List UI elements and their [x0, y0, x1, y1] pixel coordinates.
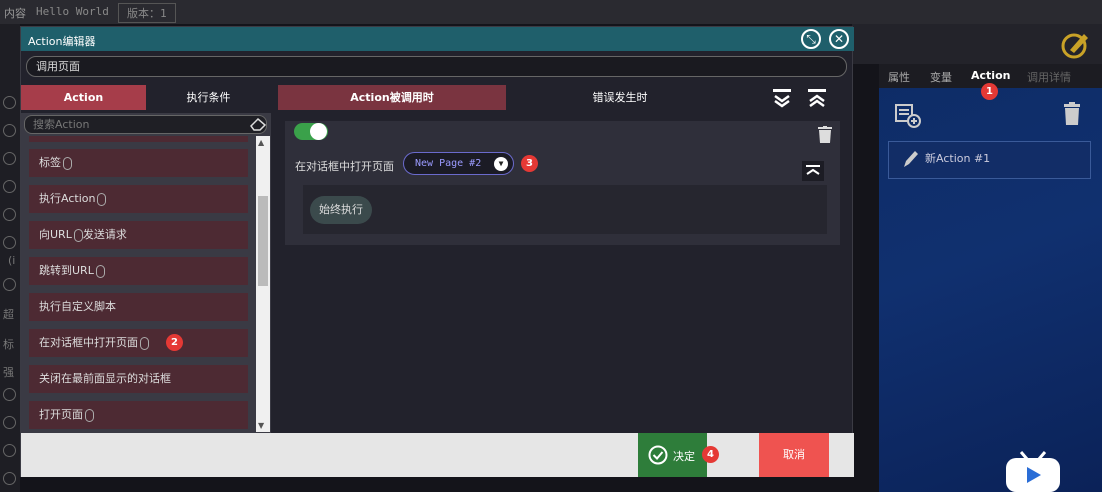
callout-badge: 2: [166, 334, 183, 351]
trash-icon[interactable]: [818, 126, 832, 144]
chevron-down-icon[interactable]: [3, 278, 16, 291]
search-input[interactable]: 搜索Action: [24, 115, 267, 134]
play-icon[interactable]: [3, 444, 16, 457]
edit-logo-icon: [1061, 33, 1088, 59]
dialog-footer: 决定 4 取消: [21, 433, 854, 477]
item-label: 跳转到URL: [39, 264, 94, 277]
list-item[interactable]: 在对话框中打开页面: [29, 329, 248, 357]
pencil-icon: [904, 151, 918, 167]
tab-on-call[interactable]: Action被调用时: [278, 85, 506, 110]
item-label-suffix: 发送请求: [82, 228, 127, 241]
action-list-panel: 搜索Action 标签 执行Action 向URL 发送请求 跳转到URL 执行自…: [21, 113, 271, 433]
dialog-title: Action编辑器: [28, 35, 96, 48]
eraser-icon[interactable]: [250, 117, 266, 131]
scroll-down-icon[interactable]: ▼: [258, 421, 264, 430]
dropdown-arrow-icon: ▼: [494, 157, 508, 171]
toggle-pill-icon: [95, 264, 105, 278]
ok-label: 决定: [673, 450, 695, 463]
toggle-pill-icon: [63, 156, 72, 170]
trash-icon[interactable]: [1063, 102, 1081, 126]
list-item[interactable]: 标签: [29, 149, 248, 177]
background-text: (i: [8, 254, 16, 267]
list-item[interactable]: 向URL 发送请求: [29, 221, 248, 249]
tab-action[interactable]: Action: [971, 69, 1010, 82]
action-editor-dialog: Action编辑器 ⤡ ✕ 调用页面 Action 执行条件 Action被调用…: [20, 26, 854, 477]
right-panel: 属性 变量 Action 调用详情 1 新Action #1: [879, 64, 1102, 492]
play-icon[interactable]: [3, 236, 16, 249]
play-icon[interactable]: [3, 388, 16, 401]
step-enable-toggle[interactable]: [294, 123, 328, 140]
background-text: 强: [3, 366, 14, 379]
play-icon[interactable]: [3, 152, 16, 165]
tab-properties[interactable]: 属性: [888, 69, 910, 85]
project-name: Hello World: [36, 5, 109, 18]
collapse-icon[interactable]: ⤡: [801, 29, 821, 49]
action-step-card: 在对话框中打开页面 New Page #2 ▼ 3 始终执行: [285, 121, 840, 245]
action-name-field[interactable]: 调用页面: [26, 56, 847, 77]
tab-call-details[interactable]: 调用详情: [1027, 69, 1071, 85]
tab-variables[interactable]: 变量: [930, 69, 952, 85]
item-label: 执行自定义脚本: [39, 300, 116, 313]
list-item[interactable]: 关闭在最前面显示的对话框: [29, 365, 248, 393]
play-icon[interactable]: [3, 96, 16, 109]
list-scrollbar[interactable]: ▲ ▼: [256, 136, 270, 432]
play-icon[interactable]: [3, 416, 16, 429]
ok-button[interactable]: 决定: [638, 433, 707, 477]
play-icon[interactable]: [3, 124, 16, 137]
item-label: 打开页面: [39, 408, 83, 421]
toggle-pill-icon: [97, 192, 107, 206]
watermark-logo-icon: [1006, 451, 1060, 492]
dialog-title-bar: Action编辑器 ⤡ ✕: [21, 27, 854, 51]
action-name: 新Action #1: [925, 152, 991, 165]
condition-box: 始终执行: [303, 185, 827, 234]
content-tag: 内容: [4, 7, 26, 20]
list-item[interactable]: 执行自定义脚本: [29, 293, 248, 321]
cancel-button[interactable]: 取消: [759, 433, 829, 477]
always-execute-chip[interactable]: 始终执行: [310, 196, 372, 224]
item-label: 执行Action: [39, 192, 96, 205]
tab-conditions[interactable]: 执行条件: [146, 85, 271, 110]
list-item[interactable]: 执行Action: [29, 185, 248, 213]
check-circle-icon: [648, 445, 668, 465]
page-select-value: New Page #2: [415, 158, 482, 169]
toggle-knob: [310, 123, 327, 140]
close-icon[interactable]: ✕: [829, 29, 849, 49]
list-item[interactable]: 新Action #1: [888, 141, 1091, 179]
callout-badge: 4: [702, 446, 719, 463]
scroll-up-icon[interactable]: ▲: [258, 138, 264, 147]
step-label: 在对话框中打开页面: [295, 160, 394, 173]
tab-on-error[interactable]: 错误发生时: [506, 85, 734, 110]
list-item-partial: [29, 136, 248, 142]
list-item[interactable]: 跳转到URL: [29, 257, 248, 285]
scrollbar-thumb[interactable]: [258, 196, 268, 286]
background-text: 标: [3, 338, 14, 351]
item-label: 在对话框中打开页面: [39, 336, 138, 349]
play-icon[interactable]: [3, 208, 16, 221]
expand-all-icon[interactable]: [771, 87, 793, 109]
item-label: 关闭在最前面显示的对话框: [39, 372, 171, 385]
list-item[interactable]: 打开页面: [29, 401, 248, 429]
toggle-pill-icon: [85, 408, 94, 422]
tab-action-list[interactable]: Action: [21, 85, 146, 110]
add-action-icon[interactable]: [895, 104, 921, 128]
page-select[interactable]: New Page #2 ▼: [403, 152, 514, 175]
callout-badge: 3: [521, 155, 538, 172]
callout-badge: 1: [981, 83, 998, 100]
top-bar: 内容 Hello World 版本：1: [0, 0, 1102, 24]
item-label: 标签: [39, 156, 61, 169]
collapse-condition-icon[interactable]: [802, 161, 824, 181]
background-text: 超: [3, 308, 14, 321]
version-badge: 版本：1: [118, 3, 176, 23]
play-icon[interactable]: [3, 472, 16, 485]
collapse-all-icon[interactable]: [806, 87, 828, 109]
toggle-pill-icon: [140, 336, 149, 350]
play-icon[interactable]: [3, 180, 16, 193]
toggle-pill-icon: [73, 228, 83, 242]
item-label: 向URL: [39, 228, 72, 241]
